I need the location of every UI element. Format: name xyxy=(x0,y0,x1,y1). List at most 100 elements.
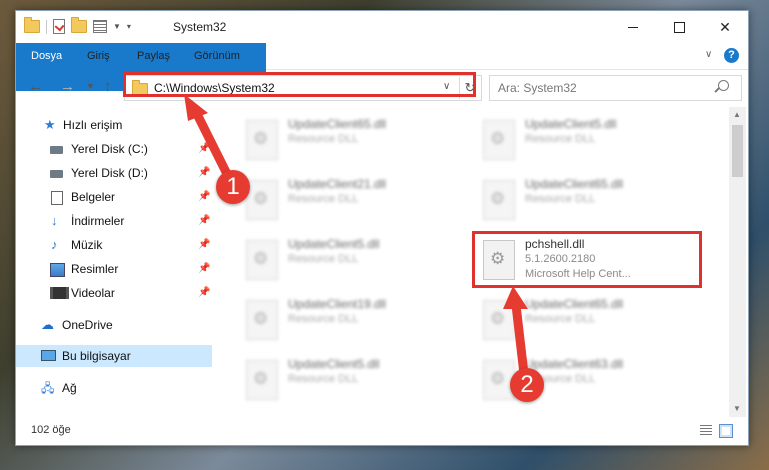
file-name: UpdateClient19.dll xyxy=(288,297,387,311)
sidebar-item-label: İndirmeler xyxy=(71,214,125,228)
file-item[interactable]: UpdateClient5.dll Resource DLL xyxy=(238,235,458,283)
file-item[interactable]: UpdateClient5.dll Resource DLL xyxy=(238,355,458,403)
tab-view[interactable]: Görünüm xyxy=(184,43,250,69)
sidebar-item-label: Yerel Disk (D:) xyxy=(71,166,148,180)
file-description: Resource DLL xyxy=(525,313,596,325)
sidebar-item-label: Hızlı erişim xyxy=(63,118,123,132)
file-name: UpdateClient65.dll xyxy=(525,297,624,311)
sidebar-item-this-pc[interactable]: Bu bilgisayar xyxy=(16,345,212,367)
sidebar-item-quick-access[interactable]: ★ Hızlı erişim xyxy=(16,114,212,136)
step-marker-1: 1 xyxy=(216,170,250,204)
downloads-icon: ↓ xyxy=(51,213,58,228)
file-description: Resource DLL xyxy=(288,133,359,145)
address-bar-highlight xyxy=(123,72,476,97)
maximize-button[interactable] xyxy=(656,11,702,43)
dll-file-icon xyxy=(483,180,515,220)
status-bar: 102 öğe xyxy=(16,419,748,443)
new-folder-icon[interactable] xyxy=(71,17,87,33)
computer-icon xyxy=(41,350,56,361)
videos-icon xyxy=(50,287,69,299)
file-name: UpdateClient5.dll xyxy=(525,117,617,131)
file-item[interactable]: UpdateClient65.dll Resource DLL xyxy=(475,175,695,223)
drive-icon xyxy=(50,146,63,154)
dll-file-icon xyxy=(483,120,515,160)
file-description: Resource DLL xyxy=(525,193,596,205)
sidebar-item-label: Belgeler xyxy=(71,190,116,204)
customize-toolbar-icon[interactable]: ▾ xyxy=(127,22,131,31)
star-icon: ★ xyxy=(44,117,56,132)
sidebar-item-local-disk-c[interactable]: Yerel Disk (C:) 📌 xyxy=(16,138,212,160)
file-name: UpdateClient65.dll xyxy=(525,177,624,191)
ribbon-tabs: Dosya Giriş Paylaş Görünüm ∨ ? xyxy=(16,43,748,91)
dll-file-icon xyxy=(246,300,278,340)
scroll-down-icon[interactable]: ▼ xyxy=(733,404,741,413)
pin-icon[interactable]: 📌 xyxy=(198,258,210,280)
documents-icon xyxy=(51,191,63,205)
drive-icon xyxy=(50,170,63,178)
sidebar-item-local-disk-d[interactable]: Yerel Disk (D:) 📌 xyxy=(16,162,212,184)
sidebar-item-network[interactable]: 🖧 Ağ xyxy=(16,377,212,399)
expand-ribbon-icon[interactable]: ∨ xyxy=(705,49,712,60)
search-icon xyxy=(718,80,729,91)
tab-share[interactable]: Paylaş xyxy=(127,43,180,69)
sidebar-item-label: Ağ xyxy=(62,381,77,395)
quick-access-toolbar: ▼ ▾ xyxy=(24,17,131,34)
pin-icon[interactable]: 📌 xyxy=(198,186,210,208)
explorer-window: ▼ ▾ System32 ✕ Dosya Giriş Paylaş Görünü… xyxy=(15,10,749,446)
file-item[interactable]: UpdateClient65.dll Resource DLL xyxy=(475,295,695,343)
pin-icon[interactable]: 📌 xyxy=(198,138,210,160)
up-arrow-icon[interactable]: ↑ xyxy=(104,78,112,95)
search-placeholder: Ara: System32 xyxy=(498,81,577,95)
pin-icon[interactable]: 📌 xyxy=(198,234,210,256)
file-item[interactable]: UpdateClient65.dll Resource DLL xyxy=(238,115,458,163)
scroll-up-icon[interactable]: ▲ xyxy=(733,110,741,119)
file-description: Resource DLL xyxy=(288,313,359,325)
tab-home[interactable]: Giriş xyxy=(77,43,120,69)
item-count: 102 öğe xyxy=(31,424,71,436)
file-name: UpdateClient21.dll xyxy=(288,177,387,191)
pin-icon[interactable]: 📌 xyxy=(198,282,210,304)
step-marker-2: 2 xyxy=(510,368,544,402)
sidebar-item-videos[interactable]: Videolar 📌 xyxy=(16,282,212,304)
sidebar-item-documents[interactable]: Belgeler 📌 xyxy=(16,186,212,208)
sidebar-item-music[interactable]: ♪ Müzik 📌 xyxy=(16,234,212,256)
file-item[interactable]: UpdateClient21.dll Resource DLL xyxy=(238,175,458,223)
file-description: Resource DLL xyxy=(525,133,596,145)
pin-icon[interactable]: 📌 xyxy=(198,210,210,232)
vertical-scrollbar[interactable]: ▲ ▼ xyxy=(729,107,746,417)
music-icon: ♪ xyxy=(51,237,58,252)
divider xyxy=(46,19,47,34)
file-description: Resource DLL xyxy=(288,373,359,385)
help-icon[interactable]: ? xyxy=(724,48,739,63)
scrollbar-thumb[interactable] xyxy=(732,125,743,177)
details-view-icon[interactable] xyxy=(700,425,712,435)
sidebar-item-pictures[interactable]: Resimler 📌 xyxy=(16,258,212,280)
search-input[interactable]: Ara: System32 xyxy=(489,75,742,101)
sidebar-item-label: Resimler xyxy=(71,262,119,276)
dll-file-icon xyxy=(483,300,515,340)
recent-locations-icon[interactable]: ▼ xyxy=(86,81,95,91)
navigation-pane: ★ Hızlı erişim Yerel Disk (C:) 📌 Yerel D… xyxy=(16,107,212,417)
pin-icon[interactable]: 📌 xyxy=(198,162,210,184)
dll-file-icon xyxy=(246,180,278,220)
dll-file-icon xyxy=(246,360,278,400)
properties-icon[interactable] xyxy=(53,19,65,34)
view-icon[interactable] xyxy=(93,20,107,33)
file-description: Resource DLL xyxy=(288,193,359,205)
minimize-icon xyxy=(628,26,638,28)
sidebar-item-onedrive[interactable]: ☁ OneDrive xyxy=(16,314,212,336)
file-name: UpdateClient63.dll xyxy=(525,357,624,371)
sidebar-item-downloads[interactable]: ↓ İndirmeler 📌 xyxy=(16,210,212,232)
back-arrow-icon[interactable]: ← xyxy=(28,78,43,95)
file-item[interactable]: UpdateClient19.dll Resource DLL xyxy=(238,295,458,343)
forward-arrow-icon[interactable]: → xyxy=(60,78,75,95)
sidebar-item-label: Yerel Disk (C:) xyxy=(71,142,148,156)
chevron-down-icon[interactable]: ▼ xyxy=(113,22,121,31)
close-button[interactable]: ✕ xyxy=(702,11,748,43)
large-icons-view-icon[interactable] xyxy=(719,424,733,438)
file-name: UpdateClient65.dll xyxy=(288,117,387,131)
file-item[interactable]: UpdateClient5.dll Resource DLL xyxy=(475,115,695,163)
minimize-button[interactable] xyxy=(610,11,656,43)
file-item[interactable]: UpdateClient63.dll Resource DLL xyxy=(475,355,695,403)
window-title: System32 xyxy=(173,20,227,34)
